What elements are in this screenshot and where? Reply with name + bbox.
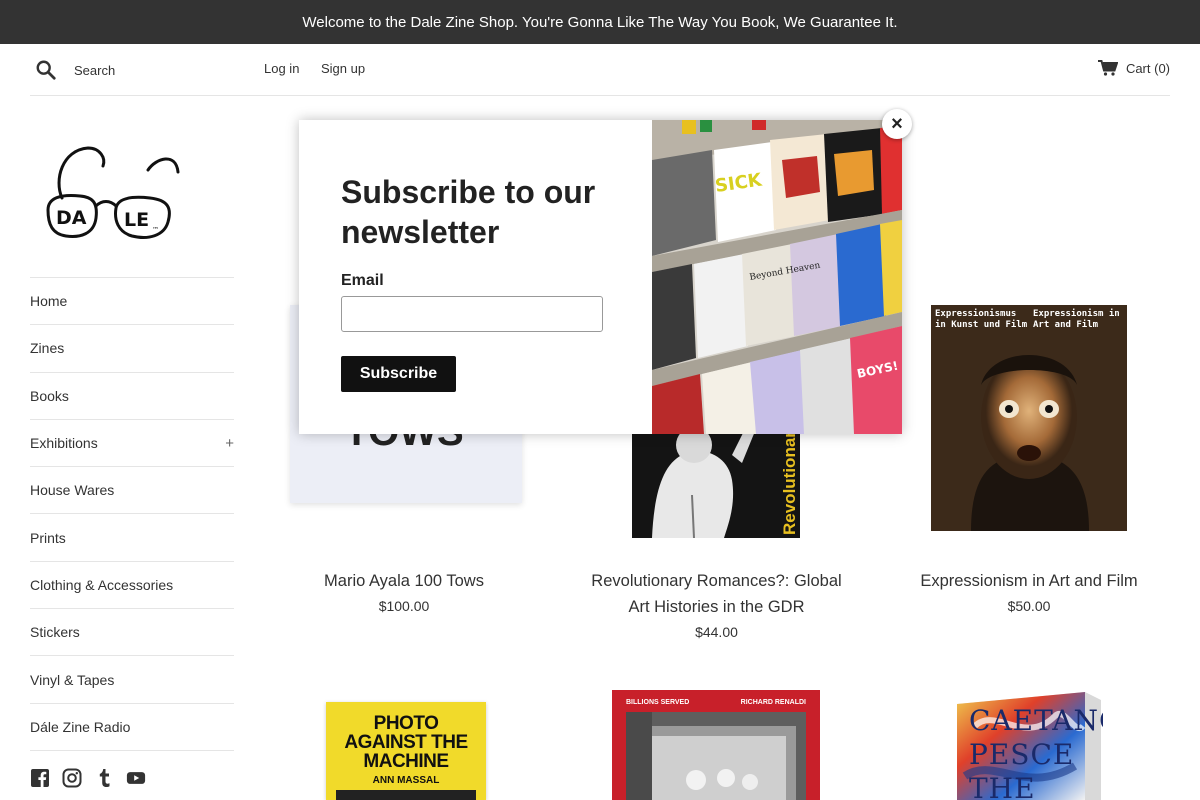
product-price: $50.00 (1007, 598, 1051, 614)
nav-item-exhibitions[interactable]: Exhibitions + (30, 420, 234, 468)
product-image-expressionism[interactable]: Expressionismus in Kunst und Film Expres… (931, 305, 1127, 531)
announcement-text: Welcome to the Dale Zine Shop. You're Go… (302, 13, 898, 31)
cart-label: Cart (0) (1125, 60, 1170, 76)
nav-item-house-wares[interactable]: House Wares (30, 467, 234, 515)
site-header: Log in Sign up Cart (0) (30, 44, 1170, 96)
nav-item-books[interactable]: Books (30, 373, 234, 420)
email-label: Email (341, 272, 384, 289)
product-title[interactable]: Expressionism in Art and Film (900, 568, 1158, 594)
signup-link[interactable]: Sign up (321, 61, 365, 76)
svg-text:LE: LE (124, 209, 149, 231)
modal-title: Subscribe to our newsletter (341, 174, 596, 250)
svg-text:™: ™ (152, 226, 159, 234)
search-input[interactable] (66, 58, 246, 82)
modal-form: Subscribe to our newsletter Email Subscr… (299, 120, 652, 434)
login-link[interactable]: Log in (264, 61, 299, 76)
instagram-icon[interactable] (62, 768, 82, 788)
nav-item-home[interactable]: Home (30, 278, 234, 326)
social-links (30, 768, 146, 788)
nav-item-prints[interactable]: Prints (30, 514, 234, 562)
nav-item-vinyl-tapes[interactable]: Vinyl & Tapes (30, 656, 234, 704)
bookshelf-photo: SICK Beyond Heaven BOYS! (652, 120, 902, 434)
cover-author: RICHARD RENALDI (740, 699, 806, 706)
nav-item-clothing[interactable]: Clothing & Accessories (30, 562, 234, 610)
product-image-billions-served[interactable]: BILLIONS SERVED RICHARD RENALDI (612, 690, 820, 800)
dale-logo[interactable]: DA LE ™ (40, 140, 185, 240)
search-icon[interactable] (35, 59, 57, 81)
product-title[interactable]: Revolutionary Romances?: Global Art Hist… (585, 568, 848, 620)
cover-photo (626, 712, 806, 800)
cart-link[interactable]: Cart (0) (1097, 60, 1170, 76)
cover-title-german: Expressionismus in Kunst und Film (935, 309, 1028, 330)
svg-text:DA: DA (56, 207, 87, 229)
newsletter-modal: Subscribe to our newsletter Email Subscr… (299, 120, 902, 434)
youtube-icon[interactable] (126, 768, 146, 788)
cover-author: ANN MASSAL (372, 775, 440, 786)
email-field[interactable] (341, 296, 603, 332)
subscribe-button[interactable]: Subscribe (341, 356, 456, 392)
product-price: $44.00 (695, 624, 738, 640)
tumblr-icon[interactable] (94, 768, 114, 788)
close-icon[interactable]: × (882, 109, 912, 139)
expand-plus-icon[interactable]: + (225, 435, 234, 452)
cover-title: BILLIONS SERVED (626, 699, 690, 706)
nav-item-stickers[interactable]: Stickers (30, 609, 234, 657)
nav-item-zines[interactable]: Zines (30, 325, 234, 373)
product-title[interactable]: Mario Ayala 100 Tows (284, 568, 524, 594)
cover-art (931, 305, 1127, 531)
cover-title: PHOTO AGAINST THE MACHINE (344, 713, 468, 772)
modal-image: SICK Beyond Heaven BOYS! (652, 120, 902, 434)
facebook-icon[interactable] (30, 768, 50, 788)
sidebar-nav: Home Zines Books Exhibitions + House Ware… (30, 277, 234, 751)
announcement-bar: Welcome to the Dale Zine Shop. You're Go… (0, 0, 1200, 44)
product-price: $100.00 (378, 598, 430, 614)
cart-icon (1097, 60, 1118, 76)
cover-title-english: Expressionism in Art and Film (1033, 309, 1120, 330)
product-image-gaetano-pesce[interactable]: CAETANO PESCE THE (955, 686, 1103, 800)
cover-title: CAETANO PESCE THE (969, 704, 1103, 800)
nav-item-zine-radio[interactable]: Dále Zine Radio (30, 704, 234, 751)
product-image-photo-against-machine[interactable]: PHOTO AGAINST THE MACHINE ANN MASSAL (326, 702, 486, 800)
